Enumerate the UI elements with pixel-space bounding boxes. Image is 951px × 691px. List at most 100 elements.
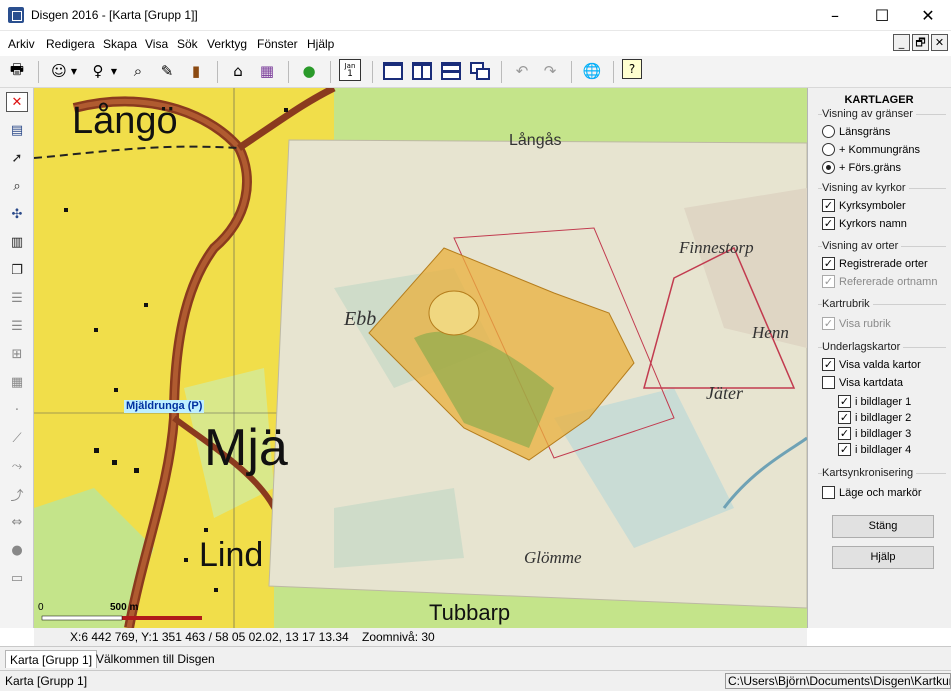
coordinate-bar: X:6 442 769, Y:1 351 463 / 58 05 02.02, … [34,628,807,646]
check-lage-och-markor[interactable]: Läge och markör [822,486,922,499]
help-button[interactable]: Hjälp [832,546,934,569]
checkbox[interactable]: ✓ [822,275,835,288]
mdi-restore-button[interactable]: 🗗 [912,34,929,51]
circle-icon[interactable]: ● [6,540,28,560]
menu-verktyg[interactable]: Verktyg [207,37,247,51]
checkbox[interactable] [822,376,835,389]
radio-lansgrans[interactable]: Länsgräns [822,125,890,138]
menu-sok[interactable]: Sök [177,37,198,51]
menu-hjalp[interactable]: Hjälp [307,37,334,51]
check-bildlager-1[interactable]: ✓ i bildlager 1 [838,395,911,408]
checkbox-label: Läge och markör [839,486,922,499]
check-visa-rubrik[interactable]: ✓ Visa rubrik [822,317,891,330]
book-icon[interactable]: ▮ [184,59,208,83]
family-icon[interactable]: ♀ [86,59,110,83]
checkbox[interactable]: ✓ [822,257,835,270]
line-icon[interactable]: ⟋ [6,428,28,448]
copy-icon[interactable]: ❐ [6,260,28,280]
radio-button[interactable] [822,143,835,156]
checkbox[interactable]: ✓ [822,199,835,212]
close-panel-button[interactable]: Stäng [832,515,934,538]
home-icon[interactable]: ⌂ [226,59,250,83]
checkbox[interactable]: ✓ [838,443,851,456]
print-icon[interactable]: 🖶 [5,59,29,83]
list-icon[interactable]: ☰ [6,288,28,308]
tab-valkommen[interactable]: Välkommen till Disgen [92,650,219,668]
radio-forsgrans[interactable]: + Förs.gräns [822,161,901,174]
list-detail-icon[interactable]: ☰ [6,316,28,336]
radio-label: + Kommungräns [839,143,921,156]
globe-icon[interactable]: 🌐 [580,59,604,83]
zoom-icon[interactable]: ⌕ [6,176,28,196]
polyline-icon[interactable]: ⤳ [6,456,28,476]
map-label-ebb: Ebb [344,308,377,330]
menu-skapa[interactable]: Skapa [103,37,137,51]
layout-single-icon[interactable] [381,59,405,83]
check-kyrkors-namn[interactable]: ✓ Kyrkors namn [822,217,907,230]
calendar-icon[interactable]: Jan 1 [339,59,361,81]
radio-kommungrans[interactable]: + Kommungräns [822,143,920,156]
checkbox[interactable]: ✓ [822,317,835,330]
checkbox[interactable]: ✓ [838,395,851,408]
check-bildlager-4[interactable]: ✓ i bildlager 4 [838,443,911,456]
maximize-button[interactable]: ☐ [859,0,905,31]
columns-icon[interactable]: ▦ [6,372,28,392]
menu-arkiv[interactable]: Arkiv [8,37,35,51]
group-synk-label: Kartsynkronisering [822,467,917,479]
measure-icon[interactable]: ▥ [6,232,28,252]
menu-visa[interactable]: Visa [145,37,168,51]
mdi-minimize-button[interactable]: _ [893,34,910,51]
mdi-close-button[interactable]: ✕ [931,34,948,51]
app-icon[interactable] [8,7,24,23]
check-registrerade-orter[interactable]: ✓ Registrerade orter [822,257,928,270]
check-refererade-ortnamn[interactable]: ✓ Refererade ortnamn [822,275,937,288]
close-button[interactable]: ✕ [905,0,951,31]
checkbox[interactable]: ✓ [822,217,835,230]
check-kyrksymboler[interactable]: ✓ Kyrksymboler [822,199,906,212]
checkbox-label: Visa rubrik [839,317,891,330]
check-visa-kartdata[interactable]: Visa kartdata [822,376,903,389]
radio-button[interactable] [822,161,835,174]
map-label-lango: Långö [72,100,178,142]
map-tool-strip: ✕ ▤ ➚ ⌕ ✣ ▥ ❐ ☰ ☰ ⊞ ▦ · ⟋ ⤳ ⤴ ⇔ ● ▭ [0,88,34,628]
place-marker-mjaldrunga[interactable]: Mjäldrunga (P) [124,400,205,413]
polygon-icon[interactable]: ⤴ [6,484,28,504]
check-visa-valda-kartor[interactable]: ✓ Visa valda kartor [822,358,921,371]
edit-icon[interactable]: ✎ [155,59,179,83]
group-kartrubrik-label: Kartrubrik [822,298,873,310]
map-canvas[interactable]: Långö Mjä Lind Tubbarp Mjäldrunga (P) Fi… [34,88,807,628]
move-icon[interactable]: ⇔ [6,512,28,532]
tab-karta[interactable]: Karta [Grupp 1] [5,650,98,668]
undo-icon[interactable]: ↶ [510,59,534,83]
menu-fonster[interactable]: Fönster [257,37,298,51]
tree-icon[interactable]: ⊞ [6,344,28,364]
rectangle-icon[interactable]: ▭ [6,568,28,588]
redo-icon[interactable]: ↷ [538,59,562,83]
coordinate-icon[interactable]: ✣ [6,204,28,224]
point-icon[interactable]: · [6,400,28,420]
layout-horizontal-icon[interactable] [439,59,463,83]
family-dropdown-icon[interactable]: ▼ [108,59,120,83]
search-binoculars-icon[interactable]: ⌕ [126,59,150,83]
map-icon[interactable]: ● [297,59,321,83]
check-bildlager-2[interactable]: ✓ i bildlager 2 [838,411,911,424]
checkbox[interactable]: ✓ [822,358,835,371]
check-bildlager-3[interactable]: ✓ i bildlager 3 [838,427,911,440]
person-dropdown-icon[interactable]: ▼ [68,59,80,83]
layout-cascade-icon[interactable] [468,59,492,83]
checkbox[interactable] [822,486,835,499]
menu-redigera[interactable]: Redigera [46,37,95,51]
help-icon[interactable]: ? [622,59,642,79]
map-layers-icon[interactable]: ▤ [6,120,28,140]
books-icon[interactable]: ▦ [255,59,279,83]
status-window-name: Karta [Grupp 1] [5,674,88,688]
checkbox[interactable]: ✓ [838,411,851,424]
pointer-icon[interactable]: ➚ [6,148,28,168]
group-orter: Visning av orter ✓ Registrerade orter ✓ Re… [818,240,946,294]
minimize-button[interactable]: – [812,0,858,31]
layout-vertical-icon[interactable] [410,59,434,83]
close-map-icon[interactable]: ✕ [6,92,28,112]
checkbox[interactable]: ✓ [838,427,851,440]
radio-button[interactable] [822,125,835,138]
window-tabs: Karta [Grupp 1] Välkommen till Disgen [0,646,951,670]
